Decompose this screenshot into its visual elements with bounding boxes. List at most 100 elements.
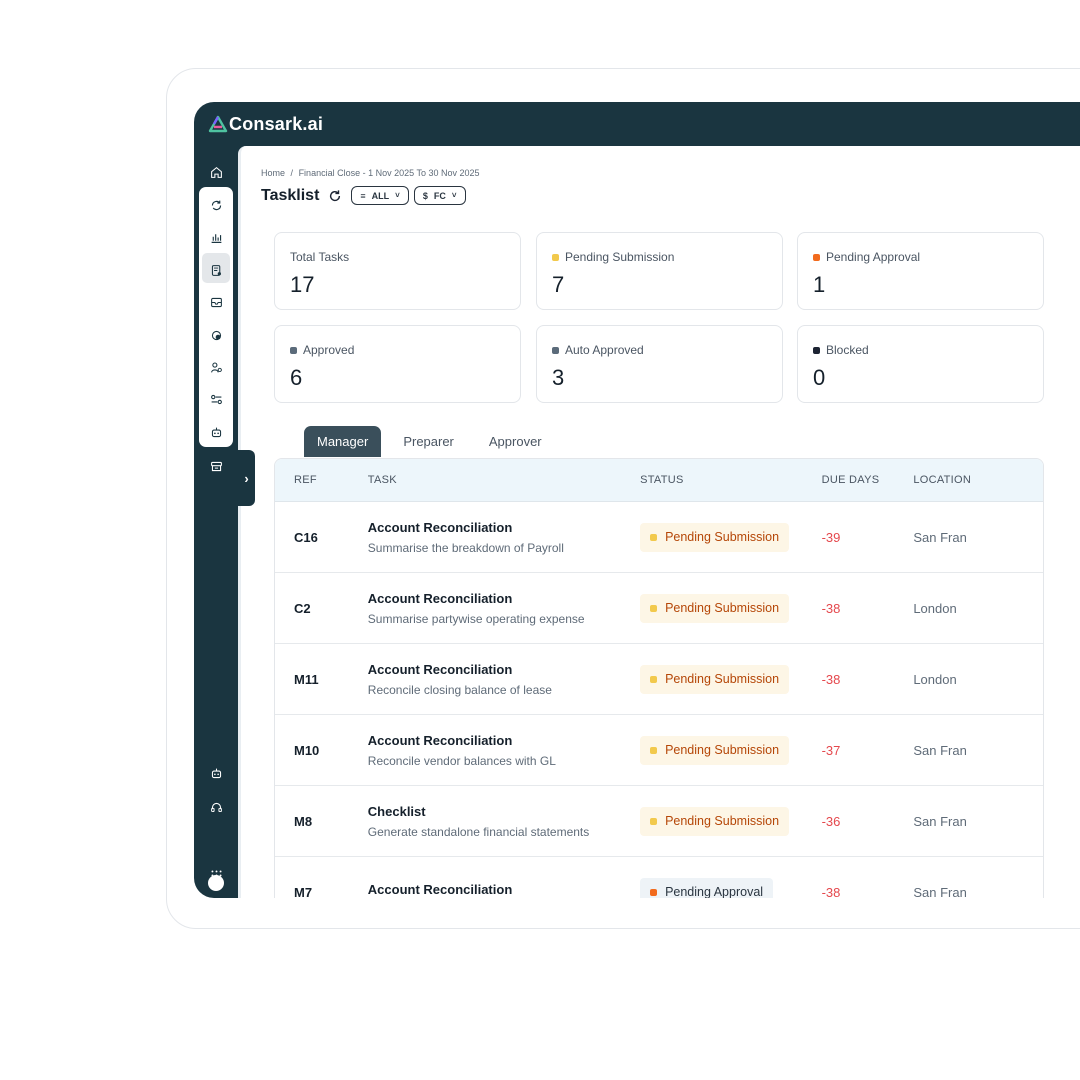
status-badge: Pending Submission xyxy=(640,522,790,552)
summary-card[interactable]: Blocked 0 xyxy=(797,325,1044,403)
chart-icon[interactable] xyxy=(206,227,226,247)
inbox-icon[interactable] xyxy=(206,292,226,312)
status-text: Pending Submission xyxy=(665,601,780,615)
refresh-icon[interactable] xyxy=(328,189,342,203)
status-dot-icon xyxy=(650,746,658,754)
task-title[interactable]: Account Reconciliation xyxy=(368,520,640,535)
title-row: Tasklist ≡ ALL ˅ $ FC ˅ xyxy=(261,186,466,205)
table-body: C16 Account Reconciliation Summarise the b… xyxy=(275,502,1043,898)
view-filter-dropdown[interactable]: ≡ ALL ˅ xyxy=(351,186,409,205)
column-header-task[interactable]: TASK xyxy=(368,474,640,486)
settings-flow-icon[interactable] xyxy=(206,389,226,409)
summary-card[interactable]: Pending Approval 1 xyxy=(797,232,1044,310)
summary-card-label-text: Pending Submission xyxy=(565,250,675,264)
task-title[interactable]: Checklist xyxy=(368,804,640,819)
summary-card[interactable]: Pending Submission 7 xyxy=(536,232,783,310)
table-row[interactable]: C2 Account Reconciliation Summarise partyw… xyxy=(275,573,1043,644)
status-text: Pending Submission xyxy=(665,672,780,686)
row-due-days: -38 xyxy=(821,600,841,616)
task-description: Summarise partywise operating expense xyxy=(367,611,585,626)
archive-icon[interactable] xyxy=(206,456,226,476)
role-tabs: Manager Preparer Approver xyxy=(304,426,564,457)
summary-card-value: 7 xyxy=(552,272,565,297)
chevron-down-icon: ˅ xyxy=(395,191,400,200)
finance-icon[interactable] xyxy=(206,325,226,345)
sync-icon[interactable] xyxy=(206,195,226,215)
tab-preparer[interactable]: Preparer xyxy=(390,426,467,457)
tab-approver[interactable]: Approver xyxy=(476,426,555,457)
currency-dropdown[interactable]: $ FC ˅ xyxy=(413,186,466,205)
row-due-days: -38 xyxy=(821,884,841,899)
tab-manager[interactable]: Manager xyxy=(304,426,382,457)
row-due-days: -39 xyxy=(821,529,841,545)
row-ref: M10 xyxy=(294,742,320,758)
task-description: Reconcile vendor balances with GL xyxy=(367,753,556,768)
status-dot-icon xyxy=(813,253,820,261)
table-row[interactable]: M7 Account Reconciliation Pending Approval… xyxy=(275,857,1043,898)
task-doc-icon[interactable] xyxy=(206,260,226,280)
row-status: Pending Submission xyxy=(640,735,822,765)
status-badge: Pending Submission xyxy=(640,806,790,836)
column-header-status[interactable]: STATUS xyxy=(640,474,822,486)
row-task: Checklist Generate standalone financial s… xyxy=(368,804,640,839)
summary-card-value: 1 xyxy=(813,272,826,297)
apps-grid-icon[interactable] xyxy=(206,865,226,885)
support-icon[interactable] xyxy=(206,797,226,817)
status-badge: Pending Submission xyxy=(640,664,790,694)
row-task: Account Reconciliation xyxy=(368,882,640,899)
sidebar-expand-button[interactable]: › xyxy=(238,450,255,506)
breadcrumb-separator: / xyxy=(290,168,294,178)
bot-icon[interactable] xyxy=(206,422,226,442)
chevron-down-icon: ˅ xyxy=(451,191,457,200)
row-location: San Fran xyxy=(913,813,967,829)
task-title[interactable]: Account Reconciliation xyxy=(368,733,640,748)
summary-card-label: Blocked xyxy=(813,343,1028,357)
task-description: Reconcile closing balance of lease xyxy=(367,682,552,697)
summary-card[interactable]: Total Tasks 17 xyxy=(274,232,521,310)
app-name: Consark.ai xyxy=(229,113,324,134)
summary-card[interactable]: Auto Approved 3 xyxy=(536,325,783,403)
row-status: Pending Submission xyxy=(640,806,822,836)
status-dot-icon xyxy=(650,675,658,683)
task-title[interactable]: Account Reconciliation xyxy=(368,882,640,897)
status-dot-icon xyxy=(813,346,820,354)
table-row[interactable]: M11 Account Reconciliation Reconcile closi… xyxy=(275,644,1043,715)
chevron-right-icon: › xyxy=(244,470,249,486)
status-dot-icon xyxy=(650,604,658,612)
row-status: Pending Approval xyxy=(640,877,822,898)
sidebar xyxy=(194,146,238,898)
row-due-days: -37 xyxy=(821,742,841,758)
breadcrumb-current: Financial Close - 1 Nov 2025 To 30 Nov 2… xyxy=(298,168,480,178)
row-status: Pending Submission xyxy=(640,664,822,694)
row-task: Account Reconciliation Reconcile closing … xyxy=(368,662,640,697)
summary-card-label-text: Blocked xyxy=(826,343,869,357)
summary-card-value: 0 xyxy=(813,365,826,390)
column-header-ref[interactable]: REF xyxy=(275,474,368,486)
table-row[interactable]: M8 Checklist Generate standalone financial… xyxy=(275,786,1043,857)
row-due-days: -38 xyxy=(821,671,841,687)
breadcrumb-home[interactable]: Home xyxy=(261,168,285,178)
column-header-due-days[interactable]: DUE DAYS xyxy=(822,474,914,486)
summary-card-value: 3 xyxy=(552,365,565,390)
summary-card-label-text: Pending Approval xyxy=(826,250,921,264)
users-icon[interactable] xyxy=(206,357,226,377)
status-dot-icon xyxy=(650,533,658,541)
filter-icon: ≡ xyxy=(360,190,366,201)
status-badge: Pending Submission xyxy=(640,735,790,765)
status-dot-icon xyxy=(552,253,559,261)
task-title[interactable]: Account Reconciliation xyxy=(368,662,640,677)
task-title[interactable]: Account Reconciliation xyxy=(368,591,640,606)
row-task: Account Reconciliation Summarise the brea… xyxy=(368,520,640,555)
row-ref: M11 xyxy=(294,671,319,687)
bot-icon[interactable] xyxy=(206,763,226,783)
table-row[interactable]: M10 Account Reconciliation Reconcile vendo… xyxy=(275,715,1043,786)
column-header-location[interactable]: LOCATION xyxy=(913,474,1043,486)
home-icon[interactable] xyxy=(206,162,226,182)
row-status: Pending Submission xyxy=(640,522,822,552)
summary-card-label-text: Total Tasks xyxy=(290,250,350,264)
status-dot-icon xyxy=(650,817,658,825)
status-text: Pending Approval xyxy=(665,885,764,898)
table-row[interactable]: C16 Account Reconciliation Summarise the b… xyxy=(275,502,1043,573)
row-status: Pending Submission xyxy=(640,593,822,623)
summary-card[interactable]: Approved 6 xyxy=(274,325,521,403)
